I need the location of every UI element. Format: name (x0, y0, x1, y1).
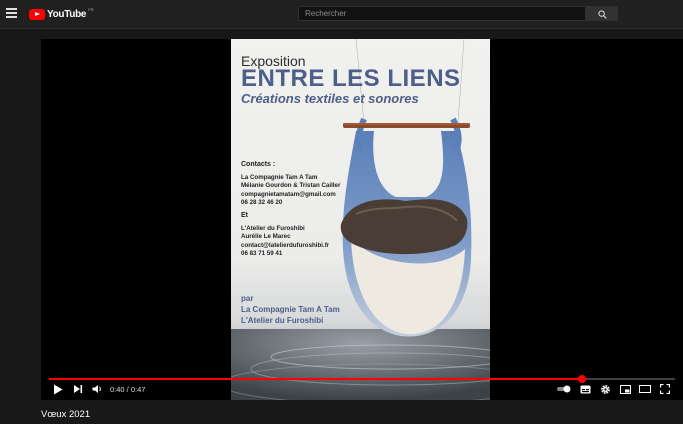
autoplay-toggle[interactable] (555, 382, 573, 396)
par-line: L'Atelier du Furoshibi (241, 316, 324, 325)
autoplay-toggle-icon (557, 385, 571, 393)
par-line: La Compagnie Tam A Tam (241, 305, 340, 314)
contact-line: compagnietamatam@gmail.com (241, 190, 336, 198)
progress-bar[interactable] (49, 375, 675, 383)
youtube-logo[interactable]: YouTube FR (29, 7, 94, 20)
subtitles-icon (580, 385, 590, 393)
play-icon (54, 384, 63, 394)
subtitles-button[interactable] (578, 382, 592, 396)
play-button[interactable] (51, 382, 65, 396)
poster-contacts: Contacts : La Compagnie Tam A Tam Mélani… (241, 161, 340, 258)
skip-next-icon (74, 385, 83, 393)
search-button[interactable] (586, 6, 618, 21)
contact-line: 06 83 71 59 41 (241, 249, 283, 257)
logo-text: YouTube (47, 8, 87, 20)
contact-line: Mélanie Gourdon & Tristan Cailler (241, 182, 341, 190)
fullscreen-button[interactable] (658, 382, 672, 396)
menu-icon[interactable] (6, 8, 17, 18)
next-button[interactable] (71, 382, 85, 396)
time-display: 0:40 / 0:47 (110, 385, 146, 394)
contact-line: La Compagnie Tam A Tam (241, 174, 318, 182)
theater-mode-icon (639, 385, 651, 393)
poster-title: ENTRE LES LIENS (241, 65, 461, 92)
masthead: YouTube FR (0, 0, 683, 29)
video-title: Vœux 2021 (41, 409, 91, 420)
poster-credits: par La Compagnie Tam A Tam L'Atelier du … (241, 293, 340, 326)
search-input[interactable] (298, 6, 586, 21)
gear-icon (600, 384, 610, 394)
volume-button[interactable] (90, 382, 104, 396)
par-label: par (241, 294, 254, 303)
contacts-heading: Contacts : (241, 161, 276, 168)
volume-icon (92, 385, 101, 393)
search-icon (598, 9, 607, 19)
contact-line: contact@latelierdufuroshibi.fr (241, 241, 330, 249)
contact-line: Aurélie Le Marec (241, 233, 291, 241)
logo-region: FR (88, 7, 94, 12)
video-frame-poster: Exposition ENTRE LES LIENS Créations tex… (231, 39, 490, 400)
contacts-and: Et (241, 212, 248, 220)
contact-line: 06 28 32 46 20 (241, 198, 283, 206)
miniplayer-icon (619, 384, 631, 394)
contact-line: L'Atelier du Furoshibi (241, 225, 305, 233)
progress-played (49, 378, 582, 380)
miniplayer-button[interactable] (618, 382, 632, 396)
theater-mode-button[interactable] (638, 382, 652, 396)
fullscreen-icon (660, 384, 670, 394)
poster-subtitle: Créations textiles et sonores (241, 91, 419, 106)
youtube-play-icon (29, 8, 45, 20)
settings-button[interactable] (598, 382, 612, 396)
video-player[interactable]: Exposition ENTRE LES LIENS Créations tex… (41, 39, 683, 400)
